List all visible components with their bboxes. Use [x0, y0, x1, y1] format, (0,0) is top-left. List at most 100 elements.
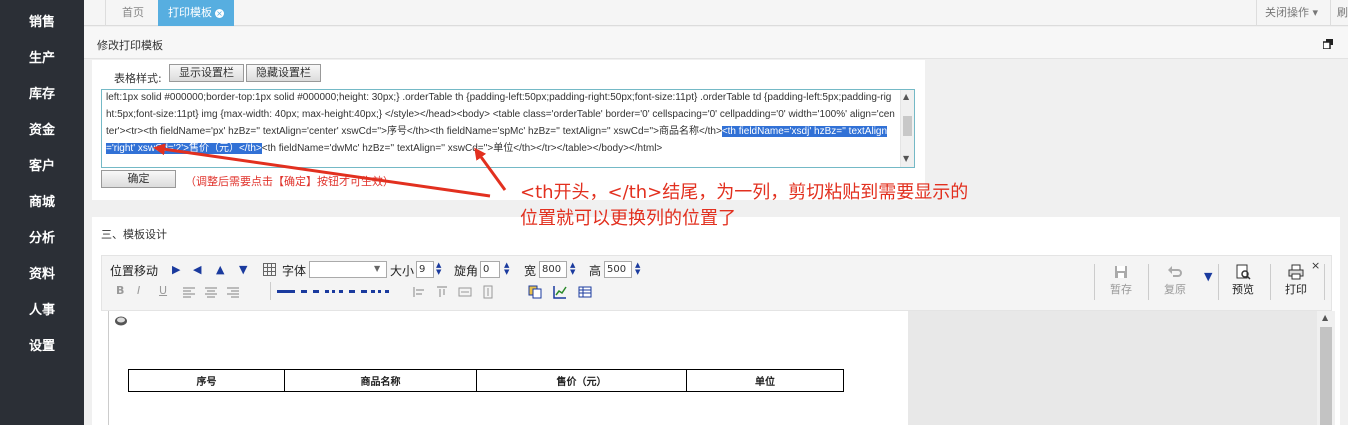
save-draft-button[interactable]: 暂存 [1096, 264, 1146, 300]
align-center-icon[interactable] [204, 285, 218, 299]
tab-home[interactable]: 首页 [112, 0, 154, 26]
sidebar-item-data[interactable]: 资料 [0, 257, 84, 293]
save-draft-label: 暂存 [1110, 283, 1132, 296]
corner-spinner-icon[interactable]: ▲ ▼ [504, 262, 509, 276]
width-spinner-icon[interactable]: ▲ ▼ [570, 262, 575, 276]
corner-label: 旋角 [454, 264, 479, 278]
annotation-text: <th开头，</th>结尾，为一列，剪切粘贴到需要显示的 位置就可以更换列的位置… [520, 180, 1080, 232]
canvas-scrollbar-thumb[interactable] [1320, 327, 1332, 425]
printer-icon [1288, 264, 1304, 280]
sidebar-item-analysis[interactable]: 分析 [0, 221, 84, 257]
line-dash-icon[interactable] [301, 290, 319, 293]
restore-button[interactable]: 复原 [1150, 264, 1200, 300]
grid-icon[interactable] [263, 263, 276, 276]
tab-scroll-left[interactable] [84, 0, 106, 26]
scroll-down-icon[interactable]: ▼ [903, 154, 909, 163]
action-button-group: 暂存 复原 ▼ 预览 打印 [1094, 264, 1326, 300]
table-header-cell[interactable]: 商品名称 [284, 369, 477, 392]
sidebar-item-mall[interactable]: 商城 [0, 185, 84, 221]
align-right-icon[interactable] [226, 285, 240, 299]
same-top-icon[interactable] [435, 285, 449, 299]
panel-header: 修改打印模板 [84, 27, 1348, 59]
same-left-icon[interactable] [412, 285, 426, 299]
scroll-up-icon[interactable]: ▲ [903, 92, 909, 101]
sidebar-item-production[interactable]: 生产 [0, 41, 84, 77]
table-header-cell[interactable]: 序号 [128, 369, 285, 392]
move-left-icon[interactable]: ◀ [193, 263, 201, 276]
sidebar-item-funds[interactable]: 资金 [0, 113, 84, 149]
code-scrollbar-thumb[interactable] [903, 116, 912, 136]
same-height-icon[interactable] [481, 285, 495, 299]
bold-button[interactable]: B [116, 284, 124, 297]
sidebar-item-sales[interactable]: 销售 [0, 5, 84, 41]
size-input[interactable]: 9 [416, 261, 434, 278]
annotation-line-2: 位置就可以更换列的位置了 [520, 208, 736, 229]
more-dropdown-icon[interactable]: ▼ [1204, 270, 1212, 283]
underline-button[interactable]: U [159, 284, 167, 297]
restore-window-icon[interactable] [1323, 39, 1333, 49]
move-right-icon[interactable]: ▶ [172, 263, 180, 276]
preview-icon [1236, 264, 1251, 280]
template-design-title: 三、模板设计 [101, 228, 167, 241]
style-code-text: left:1px solid #000000;border-top:1px so… [106, 90, 896, 157]
restore-label: 复原 [1164, 283, 1186, 296]
canvas-tool-icon[interactable] [114, 315, 128, 327]
size-spinner-icon[interactable]: ▲ ▼ [436, 262, 441, 276]
width-label: 宽 [524, 264, 537, 278]
width-input[interactable]: 800 [539, 261, 567, 278]
code-scrollbar[interactable]: ▲ ▼ [900, 90, 914, 167]
height-spinner-icon[interactable]: ▲ ▼ [635, 262, 640, 276]
sidebar-item-customers[interactable]: 客户 [0, 149, 84, 185]
table-element-icon[interactable] [578, 285, 592, 299]
italic-button[interactable]: I [137, 284, 140, 297]
refresh-button[interactable]: 刷 [1330, 0, 1348, 26]
canvas-scroll-up-icon[interactable]: ▲ [1322, 313, 1328, 322]
show-settings-button[interactable]: 显示设置栏 [169, 64, 244, 82]
table-header-cell[interactable]: 售价（元） [476, 369, 687, 392]
canvas-scrollbar[interactable]: ▲ [1317, 311, 1335, 425]
table-style-label: 表格样式: [114, 72, 162, 85]
print-label: 打印 [1285, 283, 1307, 296]
line-dashdot-icon[interactable] [349, 290, 367, 293]
height-input[interactable]: 500 [604, 261, 632, 278]
copy-element-icon[interactable] [528, 285, 542, 299]
design-toolbar: 位置移动 ▶ ◀ ▲ ▼ 字体 ▼ 大小 9 ▲ ▼ 旋角 0 ▲ ▼ 宽 800 … [101, 255, 1332, 311]
table-header-cell[interactable]: 单位 [686, 369, 844, 392]
font-label: 字体 [282, 264, 307, 278]
chart-element-icon[interactable] [553, 285, 567, 299]
close-icon[interactable]: × [215, 8, 224, 18]
print-preview-table[interactable]: 序号 商品名称 售价（元） 单位 [128, 369, 844, 392]
sidebar-item-settings[interactable]: 设置 [0, 329, 84, 365]
tab-print-template[interactable]: 打印模板 × [158, 0, 234, 26]
same-width-icon[interactable] [458, 285, 472, 299]
size-label: 大小 [390, 264, 415, 278]
tab-bar: 首页 打印模板 × 关闭操作 ▾ 刷 [84, 0, 1348, 26]
preview-button[interactable]: 预览 [1218, 264, 1268, 300]
save-icon [1115, 266, 1127, 278]
move-down-icon[interactable]: ▼ [239, 263, 247, 276]
line-dashdotdot-icon[interactable] [371, 290, 389, 293]
design-canvas[interactable]: 序号 商品名称 售价（元） 单位 [108, 311, 908, 425]
close-operations-menu[interactable]: 关闭操作 ▾ [1256, 0, 1326, 26]
move-up-icon[interactable]: ▲ [216, 263, 224, 276]
sidebar-item-hr[interactable]: 人事 [0, 293, 84, 329]
align-left-icon[interactable] [182, 285, 196, 299]
undo-icon [1168, 266, 1182, 277]
corner-input[interactable]: 0 [480, 261, 500, 278]
font-dropdown-icon[interactable]: ▼ [374, 264, 380, 273]
line-dot-icon[interactable] [325, 290, 343, 293]
position-move-label: 位置移动 [110, 264, 159, 278]
sidebar: 销售 生产 库存 资金 客户 商城 分析 资料 人事 设置 [0, 0, 84, 425]
line-solid-icon[interactable] [277, 290, 295, 293]
hide-settings-button[interactable]: 隐藏设置栏 [246, 64, 321, 82]
table-style-editor: 表格样式: 显示设置栏 隐藏设置栏 left:1px solid #000000… [92, 60, 925, 200]
sidebar-item-inventory[interactable]: 库存 [0, 77, 84, 113]
toolbar-close-icon[interactable]: × [1311, 259, 1320, 272]
style-code-textarea[interactable]: left:1px solid #000000;border-top:1px so… [101, 89, 915, 168]
preview-label: 预览 [1232, 283, 1254, 296]
annotation-line-1: <th开头，</th>结尾，为一列，剪切粘贴到需要显示的 [520, 182, 969, 203]
design-canvas-area: 序号 商品名称 售价（元） 单位 ▲ [108, 311, 1335, 425]
page-title: 修改打印模板 [97, 39, 163, 52]
template-design-panel: 三、模板设计 位置移动 ▶ ◀ ▲ ▼ 字体 ▼ 大小 9 ▲ ▼ 旋角 0 ▲ ▼… [92, 217, 1340, 425]
confirm-button[interactable]: 确定 [101, 170, 176, 188]
